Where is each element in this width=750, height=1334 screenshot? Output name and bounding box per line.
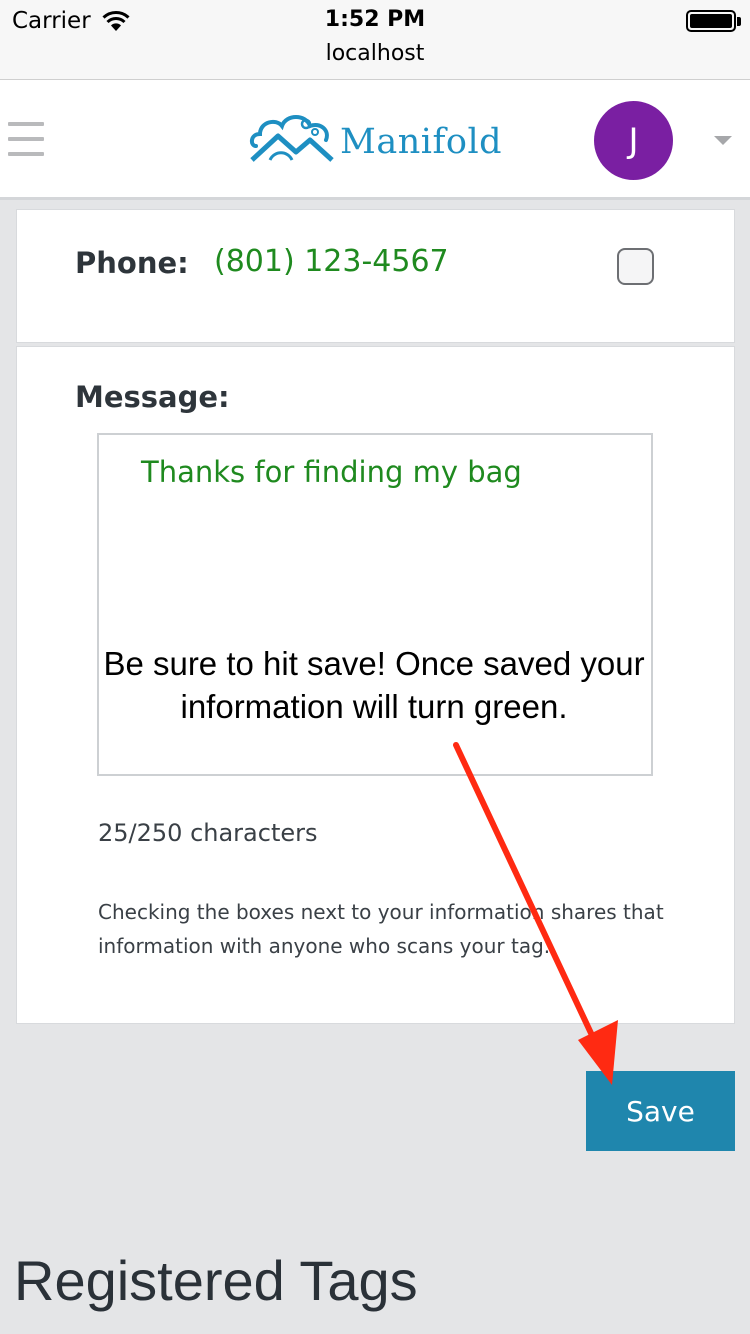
ios-status-bar: Carrier 1:52 PM localhost	[0, 0, 750, 80]
message-text: Thanks for finding my bag	[141, 455, 522, 489]
url-bar[interactable]: localhost	[0, 41, 750, 66]
battery-icon	[686, 10, 736, 32]
hamburger-menu-icon[interactable]	[8, 122, 44, 158]
tutorial-annotation-text: Be sure to hit save! Once saved your inf…	[103, 645, 645, 725]
message-label: Message:	[75, 380, 230, 414]
cloud-house-logo-icon	[249, 115, 334, 162]
manifold-logo[interactable]: Manifold	[248, 108, 502, 166]
share-phone-checkbox[interactable]	[617, 248, 654, 285]
caret-down-icon[interactable]	[714, 136, 732, 145]
phone-value[interactable]: (801) 123-4567	[214, 244, 449, 279]
app-header: Manifold J	[0, 80, 750, 200]
logo-text: Manifold	[340, 122, 503, 162]
registered-tags-heading: Registered Tags	[14, 1249, 418, 1312]
character-counter: 25/250 characters	[98, 819, 318, 847]
battery-tip	[737, 17, 741, 26]
phone-row-card: Phone: (801) 123-4567	[16, 209, 735, 343]
phone-label: Phone:	[75, 246, 189, 280]
clock: 1:52 PM	[324, 7, 426, 32]
save-button[interactable]: Save	[586, 1071, 735, 1151]
user-avatar[interactable]: J	[594, 101, 673, 180]
sharing-help-text: Checking the boxes next to your informat…	[98, 900, 664, 958]
